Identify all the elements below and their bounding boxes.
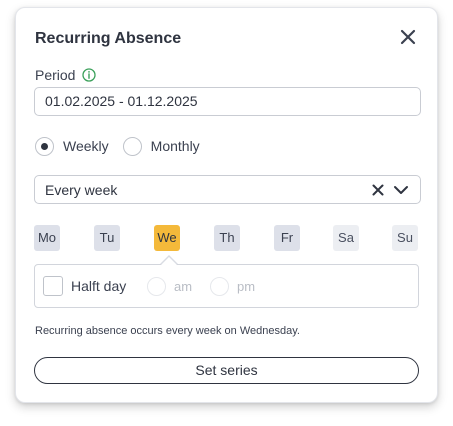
day-saturday[interactable]: Sa — [333, 225, 359, 251]
dropdown-toggle[interactable] — [393, 183, 409, 197]
interval-select[interactable]: Every week — [34, 175, 421, 204]
radio-monthly-circle[interactable] — [122, 136, 142, 156]
radio-am[interactable]: am — [147, 277, 192, 296]
recurrence-summary: Recurring absence occurs every week on W… — [35, 325, 300, 337]
selected-day-pointer-fill — [161, 257, 177, 265]
radio-weekly-circle[interactable] — [35, 136, 54, 156]
dialog-title: Recurring Absence — [35, 30, 182, 47]
radio-monthly[interactable]: Monthly — [122, 136, 200, 156]
interval-select-value: Every week — [45, 182, 118, 198]
radio-weekly-label: Weekly — [63, 138, 109, 154]
half-day-checkbox[interactable] — [43, 276, 63, 296]
radio-am-label: am — [174, 279, 193, 294]
info-icon[interactable] — [82, 68, 97, 82]
chevron-down-icon — [394, 186, 408, 194]
period-label-row: Period — [35, 66, 97, 84]
half-day-label: Halft day — [71, 278, 127, 294]
period-label: Period — [35, 67, 76, 83]
recurring-absence-dialog: Recurring Absence Period 01.02.2025 - 01… — [15, 7, 438, 403]
day-friday[interactable]: Fr — [274, 225, 300, 251]
half-day-options: Halft day am pm — [34, 264, 419, 308]
clear-icon — [372, 184, 384, 196]
radio-am-circle[interactable] — [147, 277, 166, 296]
weekday-picker: Mo Tu We Th Fr Sa Su — [34, 225, 421, 251]
close-icon — [400, 29, 416, 45]
set-series-button[interactable]: Set series — [34, 357, 419, 384]
radio-pm[interactable]: pm — [210, 277, 255, 296]
radio-pm-circle[interactable] — [210, 277, 229, 296]
radio-monthly-label: Monthly — [150, 138, 200, 154]
radio-pm-label: pm — [237, 279, 256, 294]
day-monday[interactable]: Mo — [34, 225, 60, 251]
frequency-radio-group: Weekly Monthly — [35, 136, 214, 156]
radio-weekly[interactable]: Weekly — [35, 136, 109, 156]
period-date-range-input[interactable]: 01.02.2025 - 01.12.2025 — [34, 87, 421, 116]
clear-selection-button[interactable] — [371, 183, 385, 197]
day-wednesday[interactable]: We — [154, 225, 180, 251]
day-sunday[interactable]: Su — [392, 225, 418, 251]
close-button[interactable] — [399, 28, 417, 46]
day-tuesday[interactable]: Tu — [94, 225, 120, 251]
day-thursday[interactable]: Th — [214, 225, 240, 251]
